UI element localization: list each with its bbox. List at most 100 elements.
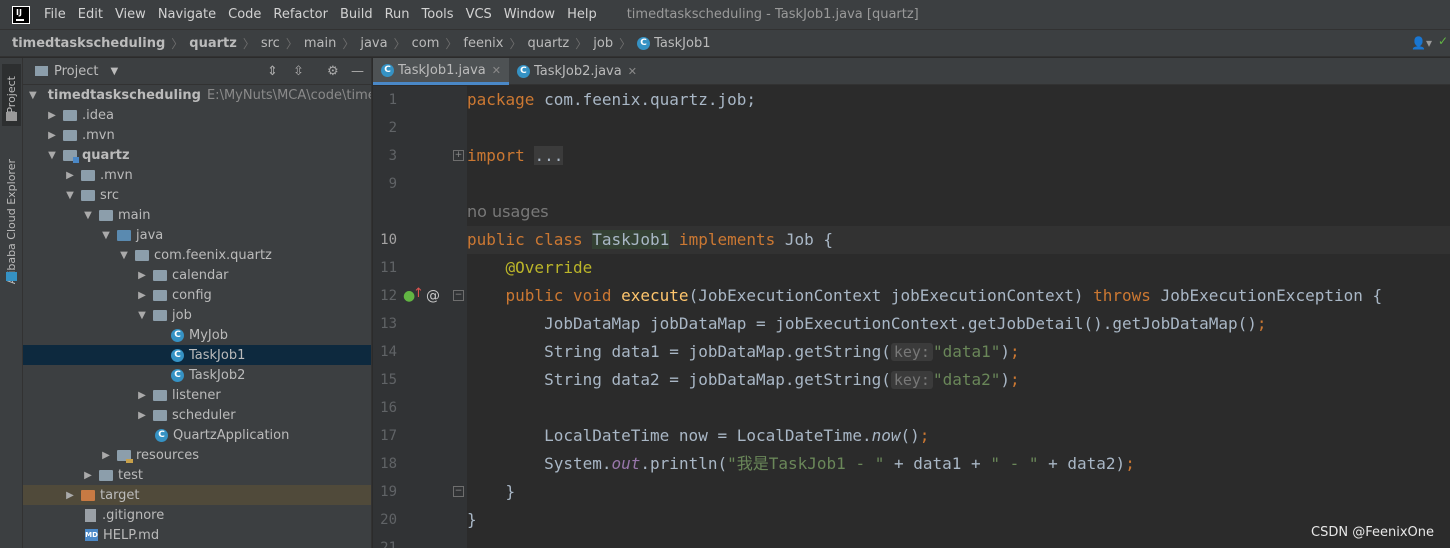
tree-item-label: .gitignore	[102, 507, 165, 523]
tree-item-gitignore[interactable]: .gitignore	[23, 505, 371, 525]
breadcrumb-item-module[interactable]: quartz	[189, 36, 237, 51]
fold-expand-icon[interactable]: +	[453, 150, 464, 161]
line-number: 1	[388, 92, 397, 108]
tree-item-scheduler[interactable]: ▶ scheduler	[23, 405, 371, 425]
breadcrumb-item-quartz[interactable]: quartz	[528, 36, 570, 51]
breadcrumb-item-java[interactable]: java	[360, 36, 387, 51]
chevron-down-icon[interactable]: ▼	[137, 310, 147, 321]
project-view-selector[interactable]: Project	[54, 64, 98, 79]
breadcrumb-item-com[interactable]: com	[412, 36, 440, 51]
folder-icon	[63, 129, 77, 141]
tree-item-taskjob2[interactable]: C TaskJob2	[23, 365, 371, 385]
minimize-icon[interactable]: —	[351, 64, 364, 79]
chevron-right-icon[interactable]: ▶	[137, 410, 147, 421]
editor-tab-taskjob1[interactable]: C TaskJob1.java ✕	[373, 58, 509, 85]
menu-build[interactable]: Build	[340, 7, 373, 22]
code-line-20: }	[467, 510, 477, 529]
tree-item-config[interactable]: ▶ config	[23, 285, 371, 305]
usages-hint[interactable]: no usages	[467, 198, 1450, 226]
chevron-right-icon[interactable]: ▶	[47, 110, 57, 121]
menu-edit[interactable]: Edit	[78, 7, 103, 22]
chevron-down-icon[interactable]: ▼	[83, 210, 93, 221]
breadcrumb-item-taskjob1[interactable]: TaskJob1	[654, 36, 710, 51]
menu-file[interactable]: File	[44, 7, 66, 22]
tree-item-idea[interactable]: ▶ .idea	[23, 105, 371, 125]
fold-collapse-icon[interactable]: −	[453, 290, 464, 301]
menu-help[interactable]: Help	[567, 7, 597, 22]
menu-view[interactable]: View	[115, 7, 146, 22]
chevron-right-icon[interactable]: ▶	[65, 490, 75, 501]
tree-item-test[interactable]: ▶ test	[23, 465, 371, 485]
tree-item-listener[interactable]: ▶ listener	[23, 385, 371, 405]
chevron-down-icon[interactable]: ▼	[29, 90, 37, 101]
chevron-down-icon[interactable]: ▼	[119, 250, 129, 261]
tree-item-project-root[interactable]: ▼ timedtaskscheduling E:\MyNuts\MCA\code…	[23, 85, 371, 105]
menu-tools[interactable]: Tools	[422, 7, 454, 22]
line-number: 15	[380, 372, 397, 388]
close-icon[interactable]: ✕	[628, 65, 637, 78]
chevron-right-icon[interactable]: ▶	[137, 290, 147, 301]
close-icon[interactable]: ✕	[492, 64, 501, 77]
expand-all-icon[interactable]: ⇕	[267, 64, 278, 79]
tree-item-main[interactable]: ▼ main	[23, 205, 371, 225]
tree-item-quartz-module[interactable]: ▼ quartz	[23, 145, 371, 165]
breadcrumb-item-src[interactable]: src	[261, 36, 280, 51]
collapse-all-icon[interactable]: ⇳	[293, 64, 304, 79]
tree-item-label: main	[118, 207, 151, 223]
chevron-right-icon[interactable]: ▶	[83, 470, 93, 481]
tree-item-myjob[interactable]: C MyJob	[23, 325, 371, 345]
package-icon	[153, 409, 167, 421]
chevron-right-icon[interactable]: ▶	[101, 450, 111, 461]
tree-item-package[interactable]: ▼ com.feenix.quartz	[23, 245, 371, 265]
tree-item-java[interactable]: ▼ java	[23, 225, 371, 245]
tree-item-quartz-mvn[interactable]: ▶ .mvn	[23, 165, 371, 185]
menu-vcs[interactable]: VCS	[466, 7, 492, 22]
chevron-right-icon[interactable]: ▶	[65, 170, 75, 181]
menu-run[interactable]: Run	[385, 7, 410, 22]
menu-window[interactable]: Window	[504, 7, 555, 22]
line-number: 18	[380, 456, 397, 472]
breadcrumb-item-job[interactable]: job	[593, 36, 613, 51]
chevron-right-icon[interactable]: ▶	[137, 270, 147, 281]
user-icon[interactable]: 👤▾	[1411, 36, 1432, 50]
arrow-up-icon[interactable]: ↑	[413, 280, 424, 308]
code-editor[interactable]: 1 2 3 9 10 11 12 13 14 15 16 17 18 19 20…	[373, 86, 1450, 548]
menu-code[interactable]: Code	[228, 7, 261, 22]
fold-end-icon[interactable]: −	[453, 486, 464, 497]
intellij-logo-icon: IJ	[12, 5, 30, 24]
chevron-right-icon[interactable]: ▶	[47, 130, 57, 141]
alibaba-cloud-icon	[6, 272, 17, 281]
editor-tab-taskjob2[interactable]: C TaskJob2.java ✕	[509, 58, 645, 85]
menu-navigate[interactable]: Navigate	[158, 7, 216, 22]
gear-icon[interactable]: ⚙	[327, 64, 339, 79]
tree-item-job[interactable]: ▼ job	[23, 305, 371, 325]
folded-imports[interactable]: ...	[534, 146, 564, 165]
line-number: 14	[380, 344, 397, 360]
chevron-down-icon[interactable]: ▼	[110, 66, 118, 77]
tree-item-src[interactable]: ▼ src	[23, 185, 371, 205]
breadcrumb-item-feenix[interactable]: feenix	[463, 36, 503, 51]
tree-item-mvn[interactable]: ▶ .mvn	[23, 125, 371, 145]
code-line-17: LocalDateTime now = LocalDateTime.now();	[544, 426, 930, 445]
tree-item-label: QuartzApplication	[173, 427, 290, 443]
chevron-down-icon[interactable]: ▼	[65, 190, 75, 201]
tree-item-target[interactable]: ▶ target	[23, 485, 371, 505]
line-number: 3	[388, 148, 397, 164]
chevron-right-icon[interactable]: ▶	[137, 390, 147, 401]
tree-item-label: quartz	[82, 147, 130, 163]
tree-item-label: .idea	[82, 107, 114, 123]
editor-gutter[interactable]: 1 2 3 9 10 11 12 13 14 15 16 17 18 19 20…	[373, 86, 467, 548]
breadcrumb-item-project[interactable]: timedtaskscheduling	[12, 36, 165, 51]
at-sign-icon[interactable]: @	[426, 282, 440, 310]
tree-item-resources[interactable]: ▶ resources	[23, 445, 371, 465]
code-area[interactable]: package com.feenix.quartz.job; import ..…	[467, 86, 1450, 548]
breadcrumb-item-main[interactable]: main	[304, 36, 336, 51]
window-title: timedtaskscheduling - TaskJob1.java [qua…	[626, 7, 919, 22]
menu-refactor[interactable]: Refactor	[273, 7, 328, 22]
tree-item-quartz-application[interactable]: C QuartzApplication	[23, 425, 371, 445]
tree-item-calendar[interactable]: ▶ calendar	[23, 265, 371, 285]
tree-item-taskjob1[interactable]: C TaskJob1	[23, 345, 371, 365]
chevron-down-icon[interactable]: ▼	[101, 230, 111, 241]
tree-item-help-md[interactable]: MD HELP.md	[23, 525, 371, 545]
chevron-down-icon[interactable]: ▼	[47, 150, 57, 161]
